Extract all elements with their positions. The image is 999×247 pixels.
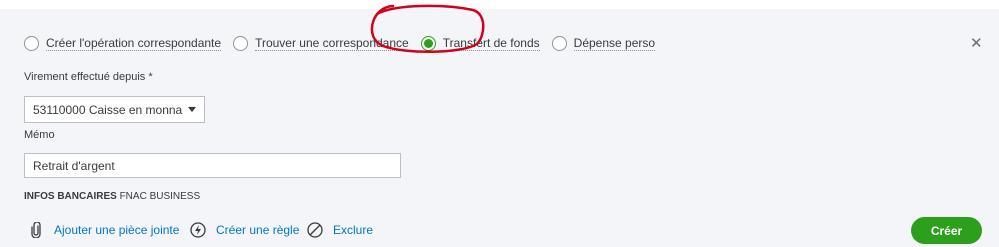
- radio-personal-expense[interactable]: Dépense perso: [551, 35, 656, 51]
- create-rule-label: Créer une règle: [216, 223, 300, 237]
- close-icon[interactable]: ✕: [970, 36, 983, 51]
- radio-circle-selected[interactable]: [420, 35, 436, 51]
- radio-circle[interactable]: [551, 35, 567, 51]
- match-type-radio-group: Créer l'opération correspondante Trouver…: [24, 33, 667, 53]
- memo-label: Mémo: [24, 129, 55, 141]
- radio-find-match[interactable]: Trouver une correspondance: [233, 35, 409, 51]
- radio-transfer[interactable]: Transfert de fonds: [420, 35, 540, 51]
- memo-value: Retrait d'argent: [33, 158, 115, 173]
- radio-label: Trouver une correspondance: [255, 35, 409, 51]
- exclude-link[interactable]: Exclure: [307, 222, 373, 238]
- bank-info-heading: INFOS BANCAIRES: [24, 191, 117, 202]
- attach-file-link[interactable]: Ajouter une pièce jointe: [28, 222, 179, 238]
- chevron-down-icon[interactable]: [188, 107, 196, 112]
- transfer-from-value: 53110000 Caisse en monna: [33, 102, 183, 117]
- block-icon: [307, 222, 323, 238]
- radio-label: Créer l'opération correspondante: [46, 35, 222, 51]
- exclude-label: Exclure: [333, 223, 374, 237]
- lightning-icon: [190, 222, 206, 238]
- match-panel: Créer l'opération correspondante Trouver…: [0, 9, 999, 247]
- create-rule-link[interactable]: Créer une règle: [190, 222, 299, 238]
- create-button[interactable]: Créer: [911, 217, 982, 244]
- radio-circle[interactable]: [233, 35, 249, 51]
- radio-label: Dépense perso: [573, 35, 656, 51]
- attach-file-label: Ajouter une pièce jointe: [54, 223, 180, 237]
- transfer-from-select[interactable]: 53110000 Caisse en monna: [24, 96, 205, 123]
- radio-label: Transfert de fonds: [442, 35, 540, 51]
- bank-info: INFOS BANCAIRES FNAC BUSINESS: [24, 191, 200, 202]
- bank-info-value: FNAC BUSINESS: [119, 191, 201, 202]
- radio-circle[interactable]: [24, 35, 39, 51]
- transfer-from-label: Virement effectué depuis *: [24, 71, 153, 83]
- paperclip-icon: [28, 222, 44, 238]
- memo-input[interactable]: Retrait d'argent: [24, 153, 401, 178]
- radio-create-transaction[interactable]: Créer l'opération correspondante: [24, 35, 222, 51]
